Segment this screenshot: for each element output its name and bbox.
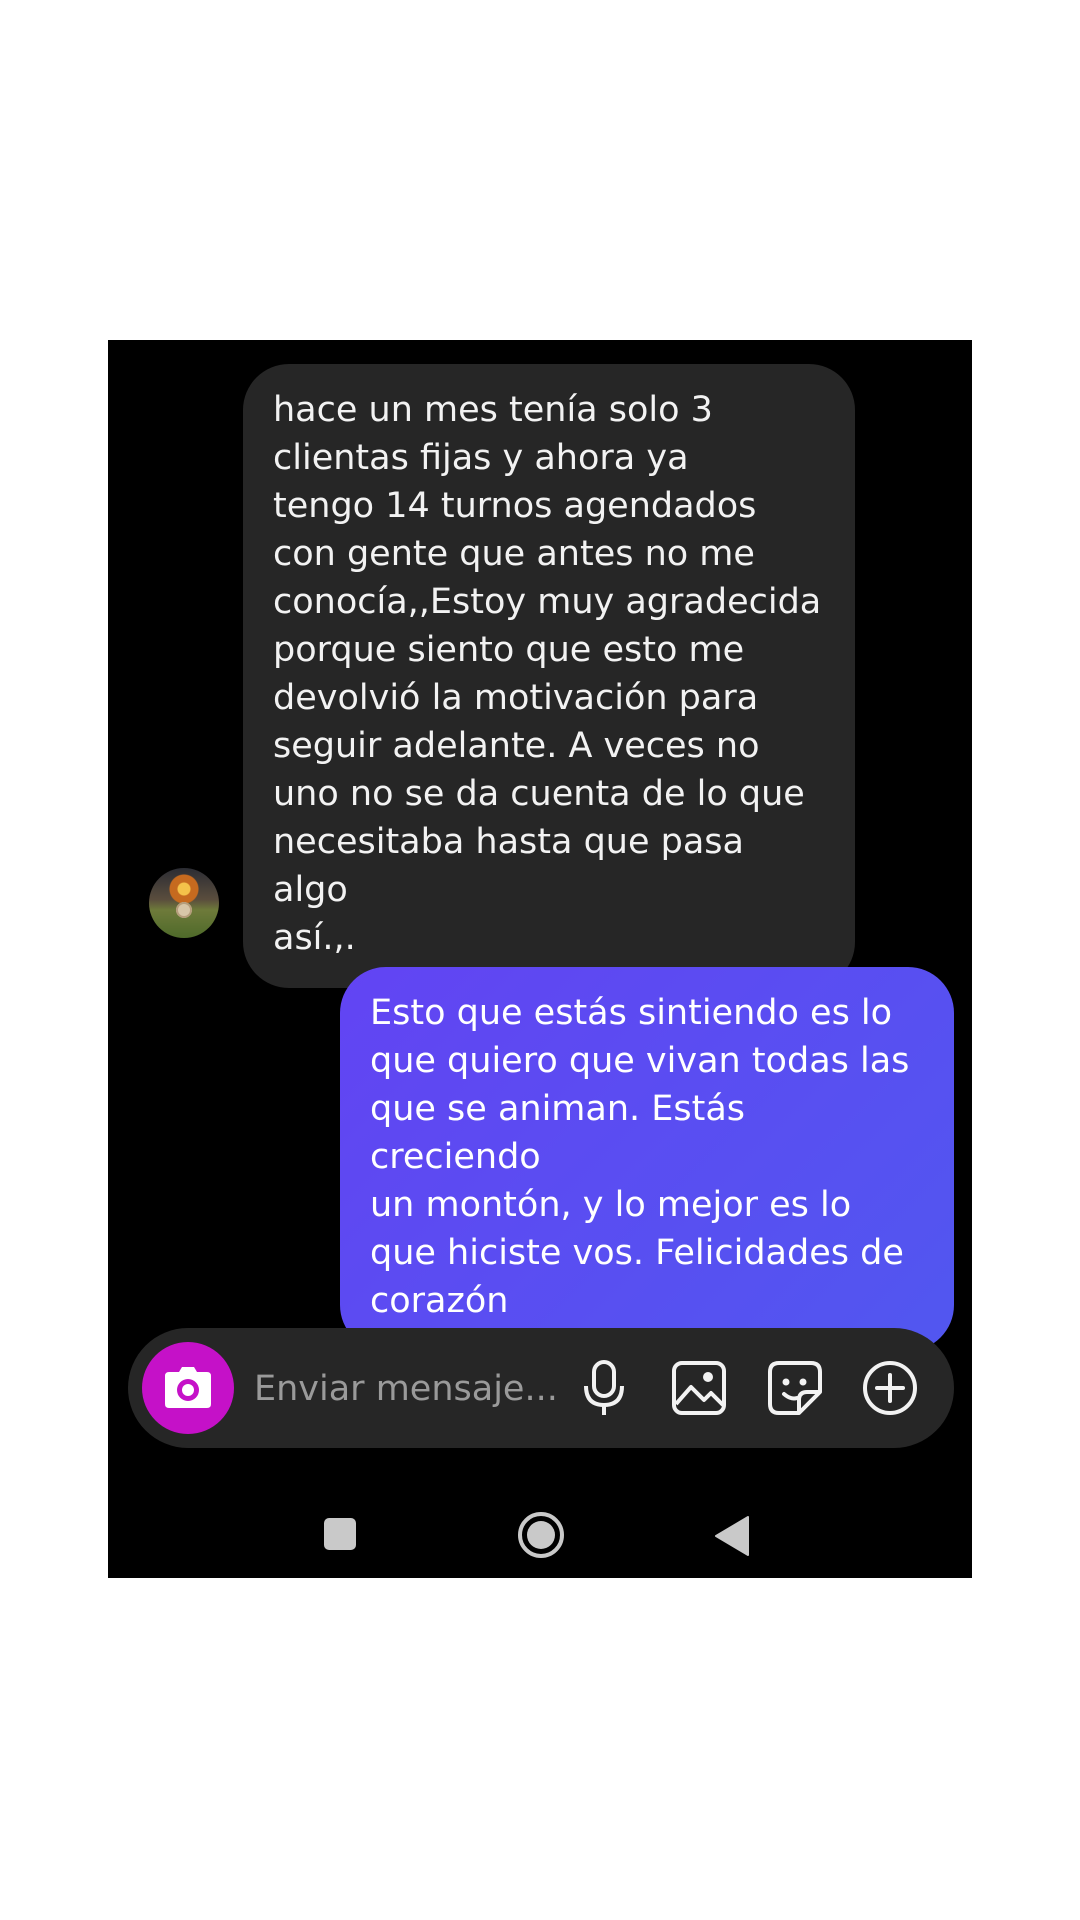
system-navigation-bar — [108, 1500, 972, 1570]
sticker-button[interactable] — [763, 1356, 827, 1420]
back-button[interactable] — [712, 1514, 752, 1558]
outgoing-message-bubble: Esto que estás sintiendo es lo que quier… — [340, 967, 954, 1351]
gallery-button[interactable] — [667, 1356, 731, 1420]
incoming-message-bubble: hace un mes tenía solo 3 clientas fijas … — [243, 364, 855, 988]
home-button[interactable] — [516, 1510, 566, 1560]
microphone-button[interactable] — [572, 1356, 636, 1420]
avatar-image-detail — [176, 902, 192, 918]
gallery-icon — [672, 1361, 726, 1415]
message-input[interactable] — [252, 1358, 576, 1420]
home-icon — [518, 1512, 564, 1558]
camera-icon — [165, 1367, 211, 1408]
chat-screen: hace un mes tenía solo 3 clientas fijas … — [108, 340, 972, 1578]
more-options-button[interactable] — [858, 1356, 922, 1420]
camera-button[interactable] — [142, 1342, 234, 1434]
plus-icon — [863, 1361, 917, 1415]
sticker-icon — [768, 1361, 822, 1415]
recents-icon — [324, 1518, 356, 1550]
message-composer — [128, 1328, 954, 1448]
microphone-icon — [584, 1360, 624, 1415]
contact-avatar[interactable] — [149, 868, 219, 938]
back-icon — [715, 1516, 749, 1556]
recents-button[interactable] — [320, 1514, 360, 1554]
